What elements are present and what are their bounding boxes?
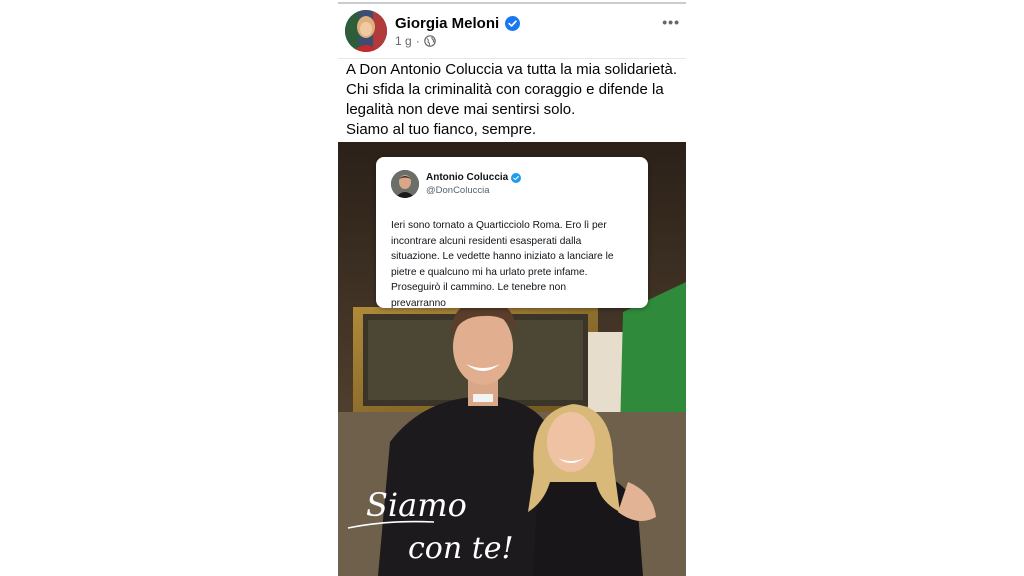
embedded-tweet-card: Antonio Coluccia @DonColuccia Ieri sono … xyxy=(376,157,648,311)
tweet-author-handle: @DonColuccia xyxy=(426,185,490,196)
more-options-button[interactable]: ••• xyxy=(662,14,680,30)
tweet-author-avatar xyxy=(391,170,419,198)
globe-icon xyxy=(423,35,436,47)
author-avatar[interactable] xyxy=(345,10,387,52)
post-image[interactable]: Antonio Coluccia @DonColuccia Ieri sono … xyxy=(338,142,686,576)
tweet-text-line: incontrare alcuni residenti esasperati d… xyxy=(391,235,582,247)
tweet-text-line: situazione. Le vedette hanno iniziato a … xyxy=(391,251,614,262)
verified-badge-icon xyxy=(511,172,522,183)
tweet-text-line: Proseguirò il cammino. Le tenebre non xyxy=(391,282,566,293)
tweet-author-name-text: Antonio Coluccia xyxy=(426,172,509,183)
caption-line: Siamo al tuo fianco, sempre. xyxy=(346,121,537,138)
caption-line: Chi sfida la criminalità con coraggio e … xyxy=(346,81,664,98)
post-caption: A Don Antonio Coluccia va tutta la mia s… xyxy=(346,60,682,140)
post-meta: 1 g · xyxy=(395,34,436,48)
tweet-text-line: Ieri sono tornato a Quarticciolo Roma. E… xyxy=(391,220,607,231)
meta-separator: · xyxy=(415,34,420,48)
caption-line: A Don Antonio Coluccia va tutta la mia s… xyxy=(346,61,678,78)
facebook-post: Giorgia Meloni 1 g · ••• A Don Antonio C… xyxy=(338,0,686,576)
tweet-text-line: prevarranno xyxy=(391,297,446,309)
verified-badge-icon xyxy=(505,16,521,31)
author-name[interactable]: Giorgia Meloni xyxy=(395,15,521,32)
post-time[interactable]: 1 g xyxy=(395,34,412,48)
tweet-text: Ieri sono tornato a Quarticciolo Roma. E… xyxy=(391,218,639,311)
author-name-text[interactable]: Giorgia Meloni xyxy=(395,15,499,32)
tweet-text-line: pietre e qualcuno mi ha urlato prete inf… xyxy=(391,266,588,278)
header-divider xyxy=(338,58,686,59)
tweet-author-name: Antonio Coluccia xyxy=(426,172,522,183)
top-divider xyxy=(338,2,686,4)
caption-line: legalità non deve mai sentirsi solo. xyxy=(346,101,576,118)
